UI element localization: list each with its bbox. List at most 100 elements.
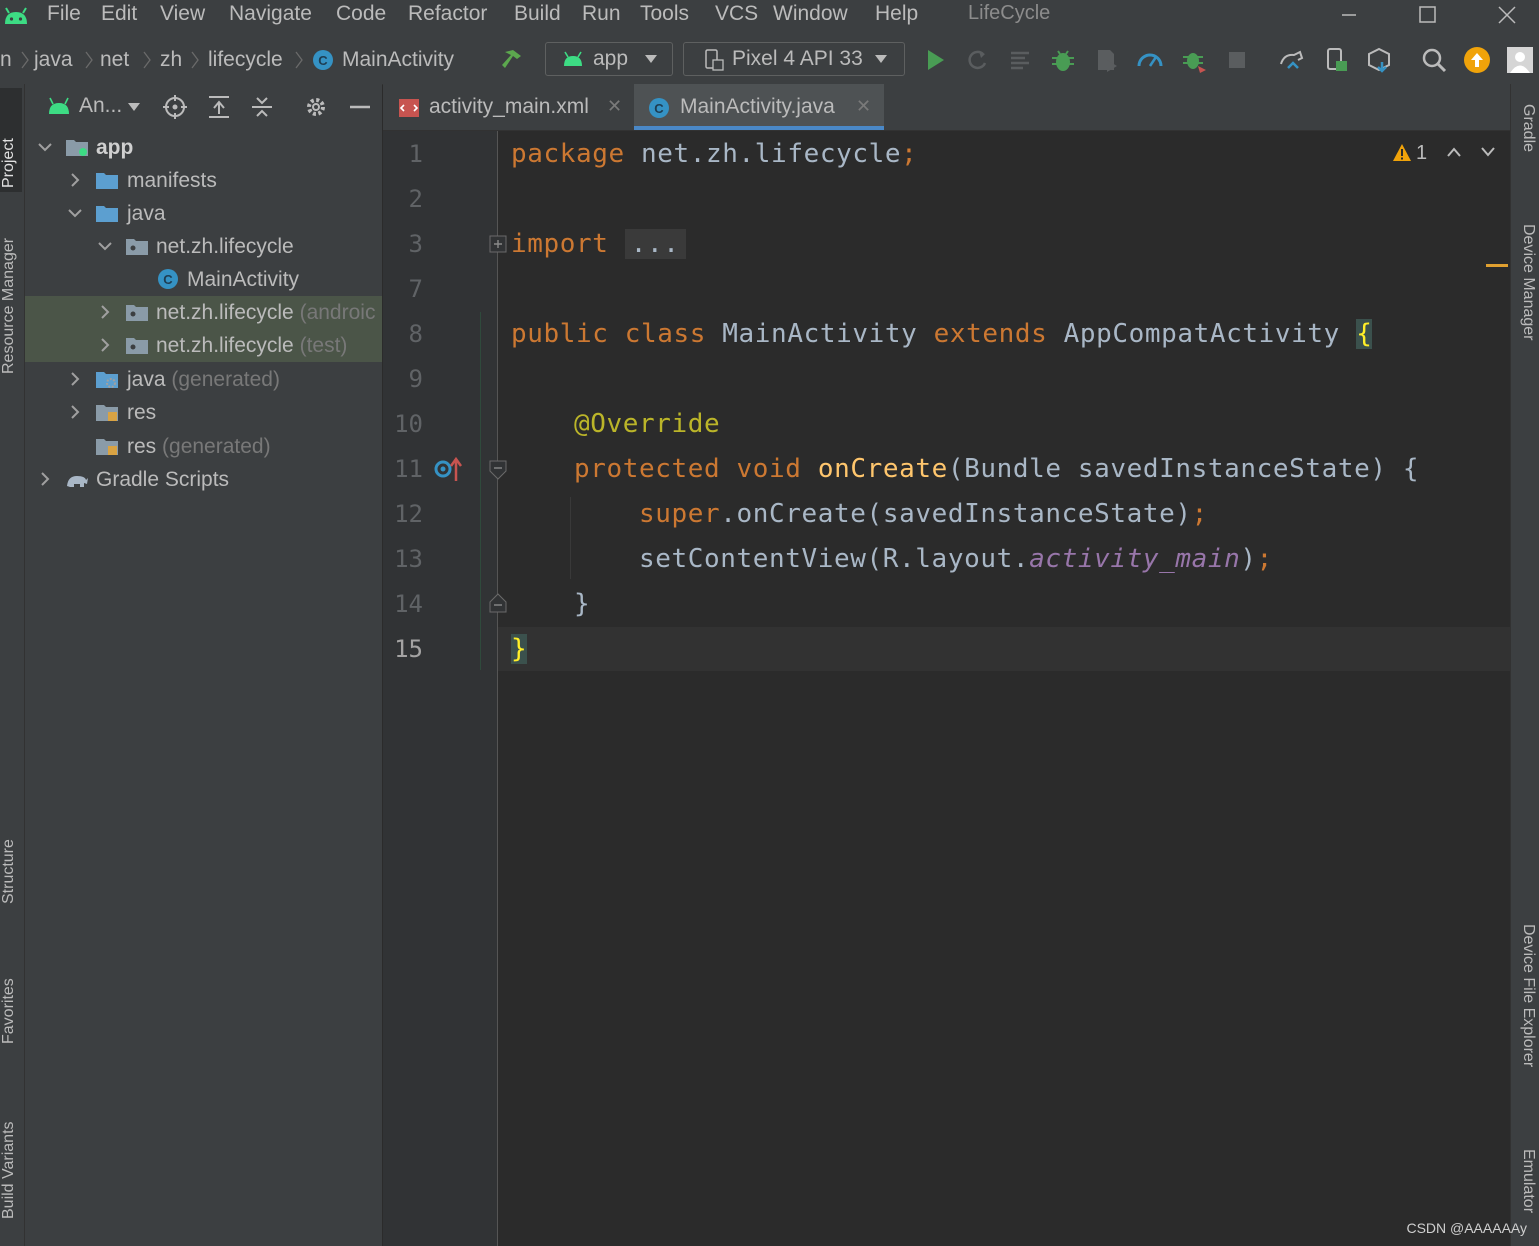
expand-all-icon[interactable] — [206, 94, 232, 120]
menu-refactor[interactable]: Refactor — [408, 0, 487, 30]
resource-folder-icon — [96, 439, 118, 455]
previous-highlight-icon[interactable] — [1446, 145, 1462, 159]
breadcrumb-separator-icon — [295, 51, 303, 69]
warning-icon[interactable] — [1392, 143, 1412, 163]
code-editor[interactable] — [498, 131, 1510, 1246]
project-view-selector[interactable]: An... — [79, 92, 122, 120]
tab-mainactivity-java[interactable]: C MainActivity.java ✕ — [634, 84, 884, 130]
tool-window-gradle[interactable]: Gradle — [1515, 104, 1537, 194]
debug-icon[interactable] — [1049, 46, 1077, 74]
apply-code-changes-icon[interactable] — [1007, 46, 1035, 74]
fold-end-icon[interactable] — [488, 592, 508, 614]
tool-window-device-manager[interactable]: Device Manager — [1515, 224, 1537, 384]
warning-count[interactable]: 1 — [1416, 140, 1427, 166]
tree-item-gradle-scripts[interactable]: Gradle Scripts — [25, 463, 382, 496]
menu-build[interactable]: Build — [514, 0, 561, 30]
menu-navigate[interactable]: Navigate — [229, 0, 312, 30]
build-hammer-icon[interactable] — [499, 46, 527, 74]
tree-item-manifests[interactable]: manifests — [25, 164, 382, 197]
profiler-icon[interactable] — [1136, 46, 1164, 74]
chevron-right-icon[interactable] — [97, 304, 113, 320]
tool-window-build-variants[interactable]: Build Variants — [0, 1099, 22, 1219]
menu-file[interactable]: File — [47, 0, 81, 30]
tree-item-package-android-test[interactable]: net.zh.lifecycle (androic — [25, 296, 382, 329]
chevron-down-icon[interactable] — [37, 139, 53, 155]
chevron-down-icon[interactable] — [127, 102, 141, 112]
device-select[interactable]: Pixel 4 API 33 — [683, 42, 905, 76]
maximize-icon[interactable] — [1410, 2, 1444, 28]
apply-changes-restart-icon[interactable] — [963, 46, 991, 74]
gear-icon[interactable] — [303, 94, 329, 120]
tree-item-java-generated[interactable]: java (generated) — [25, 363, 382, 396]
sdk-manager-icon[interactable] — [1365, 46, 1393, 74]
run-icon[interactable] — [921, 46, 949, 74]
menu-view[interactable]: View — [160, 0, 205, 30]
menu-tools[interactable]: Tools — [640, 0, 689, 30]
chevron-down-icon[interactable] — [97, 238, 113, 254]
tool-window-build-variants-label: Build Variants — [0, 1121, 17, 1219]
coverage-icon[interactable] — [1093, 46, 1121, 74]
chevron-right-icon[interactable] — [67, 172, 83, 188]
svg-text:C: C — [318, 53, 328, 68]
override-marker-icon[interactable] — [432, 455, 464, 483]
folded-imports[interactable]: ... — [624, 229, 686, 259]
chevron-down-icon[interactable] — [67, 205, 83, 221]
locate-file-icon[interactable] — [162, 94, 188, 120]
warning-stripe-marker[interactable] — [1486, 264, 1508, 267]
update-icon[interactable] — [1463, 46, 1491, 74]
sync-gradle-icon[interactable] — [1278, 46, 1306, 74]
chevron-right-icon[interactable] — [37, 471, 53, 487]
fold-expand-icon[interactable] — [489, 235, 507, 253]
tool-window-favorites[interactable]: Favorites — [0, 964, 22, 1044]
next-highlight-icon[interactable] — [1480, 145, 1496, 159]
menu-run[interactable]: Run — [582, 0, 621, 30]
project-panel: An... app manifests java net.zh.lifecycl… — [25, 84, 382, 1246]
tree-item-res-generated[interactable]: res (generated) — [25, 430, 382, 463]
breadcrumb-lifecycle[interactable]: lifecycle — [208, 46, 283, 74]
active-tab-indicator — [634, 126, 884, 130]
folder-icon — [96, 206, 118, 222]
menu-window[interactable]: Window — [773, 0, 848, 30]
collapse-all-icon[interactable] — [249, 94, 275, 120]
tree-item-package[interactable]: net.zh.lifecycle — [25, 230, 382, 263]
breadcrumb-n[interactable]: n — [0, 46, 12, 74]
project-panel-toolbar: An... — [25, 84, 382, 130]
minimize-icon[interactable] — [1332, 2, 1366, 28]
tree-item-mainactivity[interactable]: C MainActivity — [25, 263, 382, 296]
tree-item-package-test[interactable]: net.zh.lifecycle (test) — [25, 329, 382, 362]
tool-window-structure[interactable]: Structure — [0, 819, 22, 904]
account-avatar-icon[interactable] — [1506, 46, 1534, 74]
chevron-right-icon[interactable] — [97, 337, 113, 353]
menu-bar: File Edit View Navigate Code Refactor Bu… — [0, 0, 1539, 36]
menu-help[interactable]: Help — [875, 0, 918, 30]
chevron-right-icon[interactable] — [67, 404, 83, 420]
chevron-right-icon[interactable] — [67, 371, 83, 387]
close-window-icon[interactable] — [1490, 2, 1524, 28]
tree-item-res[interactable]: res — [25, 396, 382, 429]
menu-code[interactable]: Code — [336, 0, 386, 30]
hide-panel-icon[interactable] — [347, 94, 373, 120]
attach-debugger-icon[interactable] — [1180, 46, 1208, 74]
right-tool-stripe: Gradle Device Manager Device File Explor… — [1510, 84, 1539, 1246]
tree-item-label: java — [127, 202, 166, 225]
breadcrumb-java[interactable]: java — [34, 46, 73, 74]
breadcrumb-mainactivity[interactable]: MainActivity — [342, 46, 454, 74]
breadcrumb-net[interactable]: net — [100, 46, 129, 74]
breadcrumb-zh[interactable]: zh — [160, 46, 182, 74]
menu-vcs[interactable]: VCS — [715, 0, 758, 30]
tool-window-resource-manager[interactable]: Resource Manager — [0, 214, 22, 374]
stop-icon[interactable] — [1223, 46, 1251, 74]
tool-window-project[interactable]: Project — [0, 88, 22, 192]
close-tab-icon[interactable]: ✕ — [856, 96, 871, 117]
tool-window-device-file-explorer[interactable]: Device File Explorer — [1515, 924, 1537, 1114]
tree-item-java[interactable]: java — [25, 197, 382, 230]
run-config-select[interactable]: app — [545, 42, 673, 76]
device-manager-icon[interactable] — [1322, 46, 1350, 74]
tree-item-label: net.zh.lifecycle (androic — [156, 301, 376, 324]
menu-edit[interactable]: Edit — [101, 0, 137, 30]
search-icon[interactable] — [1420, 46, 1448, 74]
tab-activity-main-xml[interactable]: activity_main.xml ✕ — [383, 84, 633, 130]
tree-item-app[interactable]: app — [25, 131, 382, 164]
close-tab-icon[interactable]: ✕ — [607, 96, 622, 117]
fold-collapse-icon[interactable] — [488, 459, 508, 481]
